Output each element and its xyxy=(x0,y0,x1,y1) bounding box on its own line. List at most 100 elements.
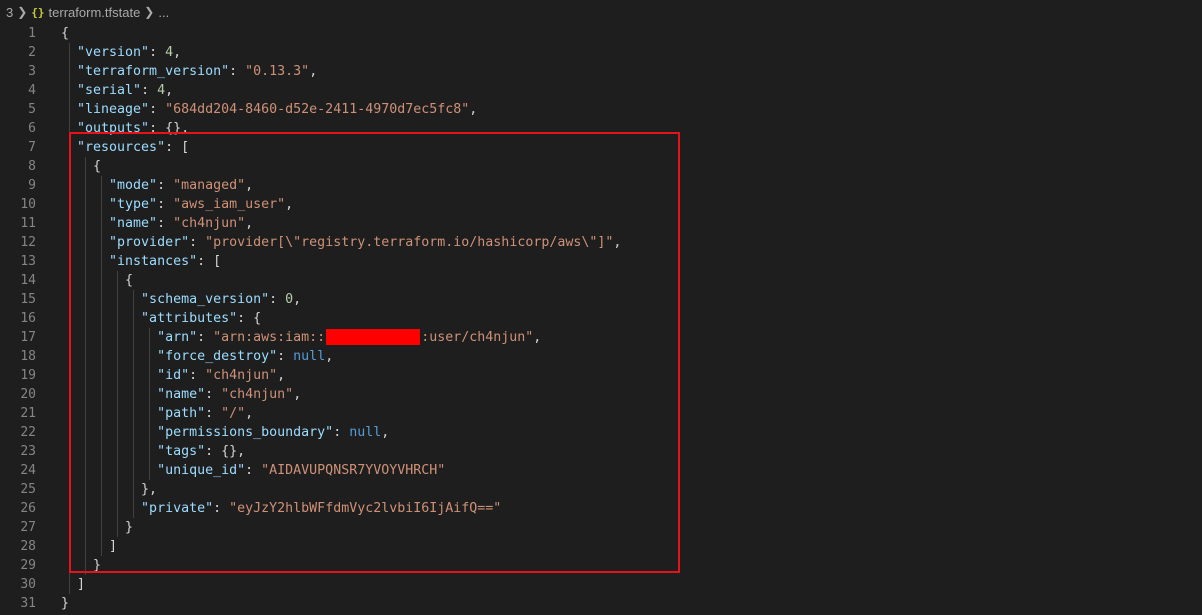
breadcrumb-folder-label: 3 xyxy=(6,4,14,20)
code-line[interactable]: "instances": [ xyxy=(61,252,621,271)
code-line[interactable]: "resources": [ xyxy=(61,138,621,157)
line-number: 24 xyxy=(20,463,36,478)
json-string: "AIDAVUPQNSR7YVOYVHRCH" xyxy=(261,463,446,478)
json-key: "tags" xyxy=(61,444,206,459)
json-key: "force_destroy" xyxy=(61,349,278,364)
line-number: 4 xyxy=(28,83,36,98)
json-punctuation: : xyxy=(141,83,158,98)
json-punctuation: , xyxy=(533,330,542,345)
json-key: "schema_version" xyxy=(61,292,270,307)
code-line[interactable]: ] xyxy=(61,575,621,594)
code-line[interactable]: "name": "ch4njun", xyxy=(61,385,621,404)
json-string: "0.13.3" xyxy=(245,64,310,79)
json-punctuation: : xyxy=(205,406,222,421)
json-punctuation: , xyxy=(613,235,622,250)
code-line[interactable]: "mode": "managed", xyxy=(61,176,621,195)
code-line[interactable]: { xyxy=(61,157,621,176)
breadcrumb-folder[interactable]: 3 xyxy=(6,5,13,20)
json-punctuation: : {}, xyxy=(205,444,246,459)
json-key: "terraform_version" xyxy=(61,64,230,79)
json-key: "name" xyxy=(61,216,158,231)
json-punctuation: } xyxy=(61,558,102,573)
line-number: 31 xyxy=(20,596,36,611)
code-line[interactable]: } xyxy=(61,518,621,537)
code-line[interactable]: }, xyxy=(61,480,621,499)
chevron-right-icon: ❯ xyxy=(17,5,28,19)
json-key: "attributes" xyxy=(61,311,238,326)
json-key: "type" xyxy=(61,197,158,212)
json-punctuation: , xyxy=(285,197,294,212)
breadcrumb-file[interactable]: {} terraform.tfstate xyxy=(31,5,140,20)
line-number: 30 xyxy=(20,577,36,592)
code-line[interactable]: "name": "ch4njun", xyxy=(61,214,621,233)
line-number: 26 xyxy=(20,501,36,516)
code-line[interactable]: "version": 4, xyxy=(61,43,621,62)
code-line[interactable]: "outputs": {}, xyxy=(61,119,621,138)
line-number: 25 xyxy=(20,482,36,497)
code-editor[interactable]: 3 ❯ {} terraform.tfstate ❯ ... 123456789… xyxy=(0,0,1202,615)
code-line[interactable]: "lineage": "684dd204-8460-d52e-2411-4970… xyxy=(61,100,621,119)
json-punctuation: : xyxy=(245,463,262,478)
json-constant: null xyxy=(349,425,382,440)
line-number: 20 xyxy=(20,387,36,402)
json-string: "eyJzY2hlbWFfdmVyc2lvbiI6IjAifQ==" xyxy=(229,501,502,516)
line-number: 2 xyxy=(28,45,36,60)
breadcrumb: 3 ❯ {} terraform.tfstate ❯ ... xyxy=(0,0,690,24)
json-key: "serial" xyxy=(61,83,142,98)
code-line[interactable]: "id": "ch4njun", xyxy=(61,366,621,385)
json-key: "arn" xyxy=(61,330,198,345)
code-line[interactable]: "private": "eyJzY2hlbWFfdmVyc2lvbiI6IjAi… xyxy=(61,499,621,518)
line-number: 16 xyxy=(20,311,36,326)
code-line[interactable]: ] xyxy=(61,537,621,556)
json-file-icon: {} xyxy=(31,5,45,19)
code-line[interactable]: "serial": 4, xyxy=(61,81,621,100)
json-key: "permissions_boundary" xyxy=(61,425,334,440)
json-key: "mode" xyxy=(61,178,158,193)
code-line[interactable]: "tags": {}, xyxy=(61,442,621,461)
line-number: 17 xyxy=(20,330,36,345)
line-number: 7 xyxy=(28,140,36,155)
json-key: "lineage" xyxy=(61,102,150,117)
json-punctuation: ] xyxy=(61,539,118,554)
json-string: "arn:aws:iam:: xyxy=(213,330,326,345)
json-punctuation: : xyxy=(197,330,214,345)
code-line[interactable]: "arn": "arn:aws:iam:::user/ch4njun", xyxy=(61,328,621,347)
json-punctuation: , xyxy=(245,216,254,231)
line-number: 14 xyxy=(20,273,36,288)
json-punctuation: } xyxy=(61,520,134,535)
json-punctuation: : xyxy=(205,387,222,402)
json-punctuation: : { xyxy=(237,311,262,326)
json-punctuation: : xyxy=(277,349,294,364)
code-line[interactable]: "unique_id": "AIDAVUPQNSR7YVOYVHRCH" xyxy=(61,461,621,480)
code-line[interactable]: "schema_version": 0, xyxy=(61,290,621,309)
code-line[interactable]: "type": "aws_iam_user", xyxy=(61,195,621,214)
json-punctuation: : xyxy=(213,501,230,516)
code-line[interactable]: "path": "/", xyxy=(61,404,621,423)
json-punctuation: , xyxy=(245,178,254,193)
json-key: "outputs" xyxy=(61,121,150,136)
code-content[interactable]: { "version": 4, "terraform_version": "0.… xyxy=(61,24,621,613)
code-line[interactable]: "permissions_boundary": null, xyxy=(61,423,621,442)
json-punctuation: : xyxy=(157,197,174,212)
breadcrumb-symbol[interactable]: ... xyxy=(158,5,169,20)
json-string: "ch4njun" xyxy=(205,368,278,383)
code-line[interactable]: "terraform_version": "0.13.3", xyxy=(61,62,621,81)
json-string: "/" xyxy=(221,406,246,421)
code-line[interactable]: "provider": "provider[\"registry.terrafo… xyxy=(61,233,621,252)
json-punctuation: , xyxy=(293,292,302,307)
line-number-gutter: 1 2 3 4 5 6 7 8 9 10 11 12 13 14 15 16 17 18 19 20 21 22 23 24 2… xyxy=(0,24,45,613)
chevron-right-icon: ❯ xyxy=(144,5,155,19)
json-punctuation: , xyxy=(165,83,174,98)
code-line[interactable]: "attributes": { xyxy=(61,309,621,328)
line-number: 9 xyxy=(28,178,36,193)
code-line[interactable]: } xyxy=(61,594,621,613)
json-punctuation: : xyxy=(229,64,246,79)
json-string: "684dd204-8460-d52e-2411-4970d7ec5fc8" xyxy=(165,102,470,117)
line-number: 10 xyxy=(20,197,36,212)
code-line[interactable]: "force_destroy": null, xyxy=(61,347,621,366)
code-line[interactable]: { xyxy=(61,24,621,43)
json-number: 4 xyxy=(165,45,174,60)
code-line[interactable]: { xyxy=(61,271,621,290)
code-line[interactable]: } xyxy=(61,556,621,575)
line-number: 11 xyxy=(20,216,36,231)
